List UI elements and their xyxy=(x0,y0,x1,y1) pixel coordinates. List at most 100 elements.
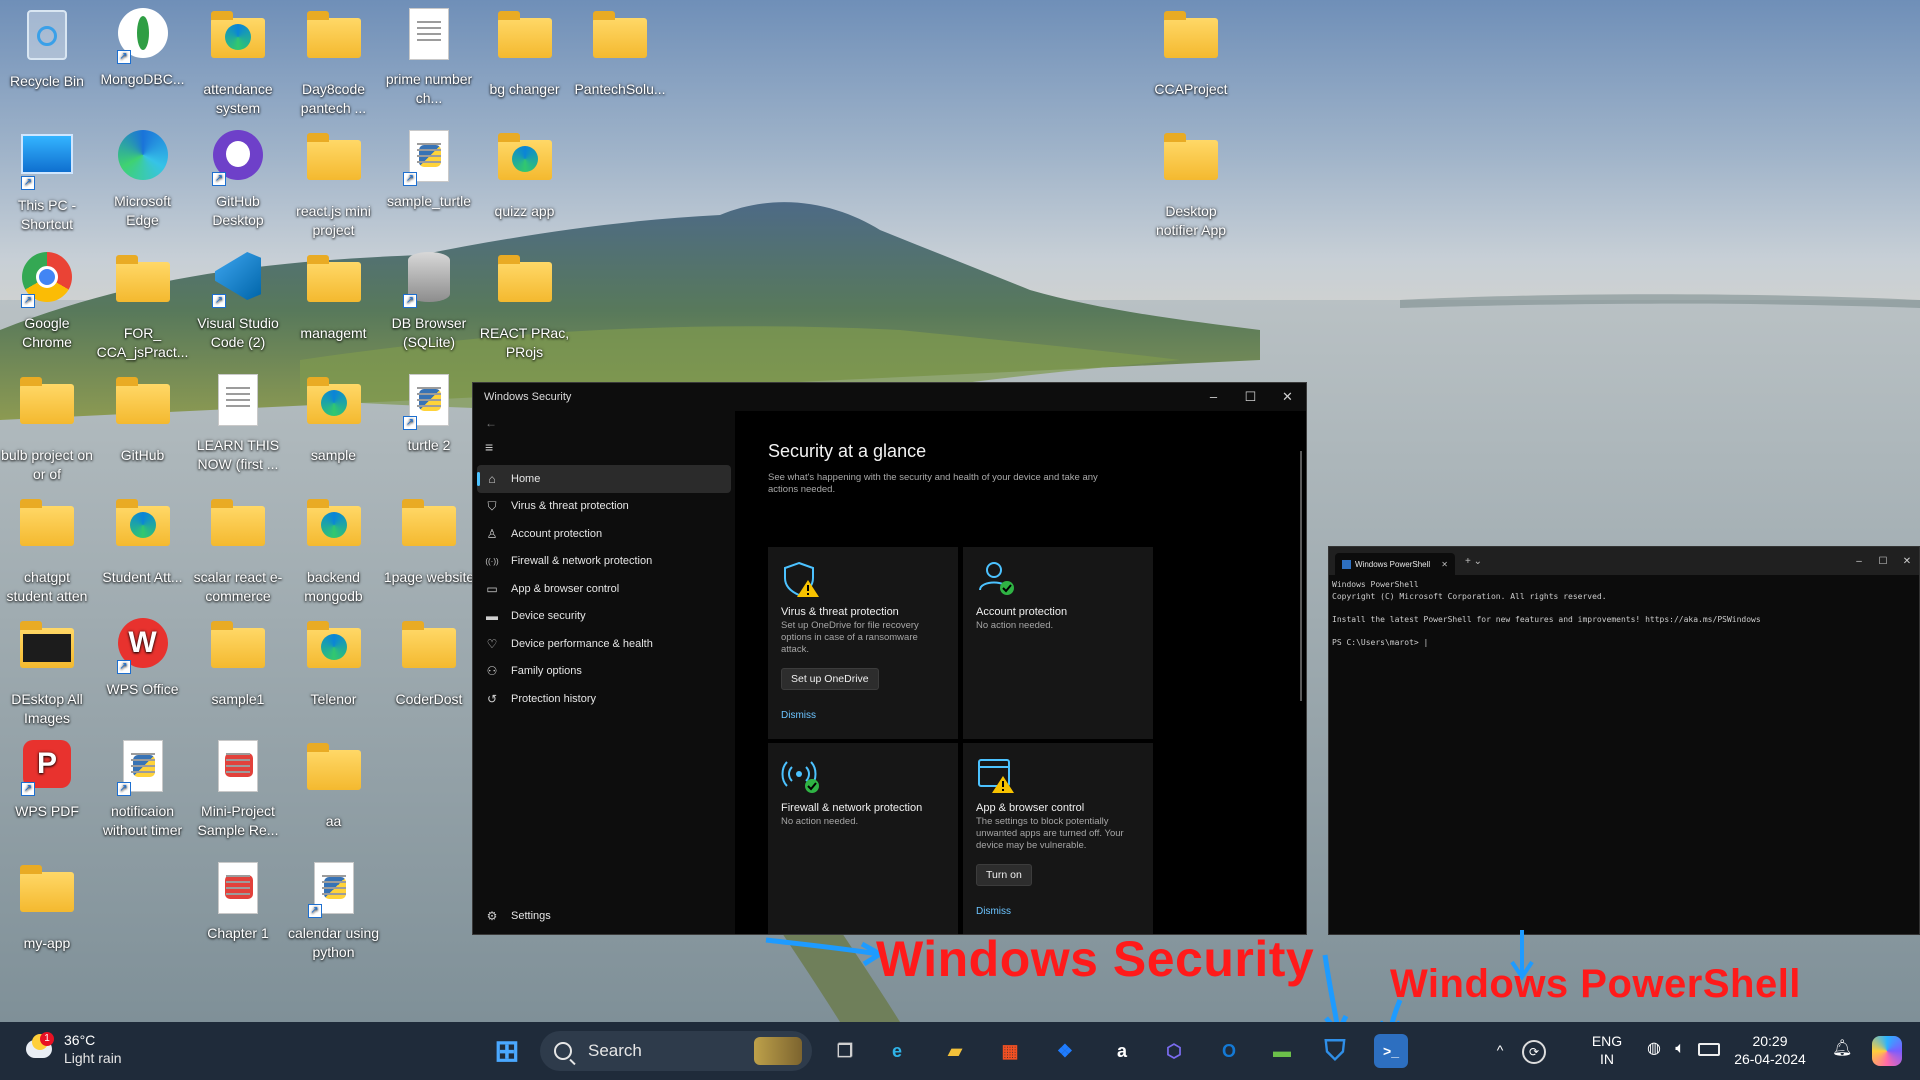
desktop-icon-pdf[interactable]: Mini-Project Sample Re... xyxy=(192,740,284,840)
dismiss-link[interactable]: Dismiss xyxy=(781,710,945,721)
dropbox-taskbar-icon[interactable]: ❖ xyxy=(1048,1034,1082,1068)
desktop-icon-database[interactable]: ↗ DB Browser (SQLite) xyxy=(383,252,475,352)
ps-close-button[interactable]: ✕ xyxy=(1895,556,1919,567)
sidebar-item-family-options[interactable]: ⚇ Family options xyxy=(473,658,735,686)
taskbar-search-box[interactable]: Search xyxy=(540,1031,812,1071)
desktop-icon-folder[interactable]: chatgpt student atten xyxy=(1,496,93,606)
security-title-bar[interactable]: Windows Security – ☐ ✕ xyxy=(473,383,1306,411)
desktop-icon-document[interactable]: LEARN THIS NOW (first ... xyxy=(192,374,284,474)
close-button[interactable]: ✕ xyxy=(1269,389,1306,405)
dismiss-link[interactable]: Dismiss xyxy=(976,906,1140,917)
language-indicator[interactable]: ENG IN xyxy=(1582,1032,1632,1068)
ps-minimize-button[interactable]: – xyxy=(1847,556,1871,567)
desktop-icon-folder[interactable]: 1page website xyxy=(383,496,475,587)
microsoft-store-taskbar-icon[interactable]: ▦ xyxy=(993,1034,1027,1068)
desktop-icon-folder[interactable]: bg changer xyxy=(479,8,571,99)
powershell-tab[interactable]: Windows PowerShell ✕ xyxy=(1335,553,1455,575)
desktop-icon-python[interactable]: ↗ sample_turtle xyxy=(383,130,475,211)
desktop-icon-folder-dark[interactable]: DEsktop All Images xyxy=(1,618,93,728)
ps-maximize-button[interactable]: ☐ xyxy=(1871,556,1895,567)
outlook-taskbar-icon[interactable]: O xyxy=(1212,1034,1246,1068)
powershell-taskbar-icon[interactable]: >_ xyxy=(1374,1034,1408,1068)
back-arrow-icon[interactable]: ← xyxy=(473,411,735,435)
desktop-icon-python[interactable]: ↗ calendar using python xyxy=(288,862,380,962)
desktop-icon-folder[interactable]: PantechSolu... xyxy=(574,8,666,99)
sidebar-item-virus-threat-protection[interactable]: ⛉ Virus & threat protection xyxy=(473,493,735,521)
desktop-icon-folder[interactable]: sample1 xyxy=(192,618,284,709)
scrollbar[interactable] xyxy=(1300,451,1302,701)
desktop-icon-monitor[interactable]: ↗ This PC - Shortcut xyxy=(1,130,93,234)
amazon-taskbar-icon[interactable]: a xyxy=(1105,1034,1139,1068)
tray-overflow-chevron-icon[interactable]: ^ xyxy=(1490,1041,1510,1059)
card-account-protection[interactable]: Account protection No action needed. xyxy=(963,547,1153,739)
desktop-icon-folder[interactable]: REACT PRac, PRojs xyxy=(479,252,571,362)
desktop-icon-python[interactable]: ↗ notificaion without timer xyxy=(97,740,189,840)
copilot-taskbar-icon[interactable]: ⬡ xyxy=(1157,1034,1191,1068)
powershell-window[interactable]: Windows PowerShell ✕ + ⌄ – ☐ ✕ Windows P… xyxy=(1328,546,1920,935)
sidebar-item-home[interactable]: ⌂ Home xyxy=(477,465,731,493)
desktop-icon-folder-edge[interactable]: backend mongodb xyxy=(288,496,380,606)
edge-taskbar-icon[interactable]: e xyxy=(880,1034,914,1068)
sidebar-item-firewall-network-protection[interactable]: ((·)) Firewall & network protection xyxy=(473,548,735,576)
desktop-icon-folder-edge[interactable]: attendance system xyxy=(192,8,284,118)
desktop-icon-folder[interactable]: GitHub xyxy=(97,374,189,465)
card-virus-threat-protection[interactable]: Virus & threat protection Set up OneDrive… xyxy=(768,547,958,739)
desktop-icon-folder[interactable]: react.js mini project xyxy=(288,130,380,240)
sync-icon[interactable]: ⟳ xyxy=(1522,1040,1546,1064)
desktop-icon-wps-pdf[interactable]: P ↗ WPS PDF xyxy=(1,740,93,821)
task-view-button[interactable]: ❐ xyxy=(828,1034,862,1068)
card-action-button[interactable]: Set up OneDrive xyxy=(781,668,879,690)
desktop-icon-folder[interactable]: scalar react e-commerce xyxy=(192,496,284,606)
powershell-tab-bar[interactable]: Windows PowerShell ✕ + ⌄ – ☐ ✕ xyxy=(1329,547,1919,575)
maximize-button[interactable]: ☐ xyxy=(1232,389,1269,405)
card-app-browser-control[interactable]: App & browser control The settings to blo… xyxy=(963,743,1153,934)
sidebar-item-device-security[interactable]: ▬ Device security xyxy=(473,603,735,631)
desktop-icon-folder[interactable]: managemt xyxy=(288,252,380,343)
desktop-icon-python[interactable]: ↗ turtle 2 xyxy=(383,374,475,455)
card-firewall-network-protection[interactable]: Firewall & network protection No action n… xyxy=(768,743,958,934)
sidebar-item-app-browser-control[interactable]: ▭ App & browser control xyxy=(473,575,735,603)
desktop-icon-vscode[interactable]: ↗ Visual Studio Code (2) xyxy=(192,252,284,352)
desktop-icon-chrome[interactable]: ↗ Google Chrome xyxy=(1,252,93,352)
desktop-icon-folder[interactable]: CCAProject xyxy=(1145,8,1237,99)
powershell-console[interactable]: Windows PowerShell Copyright (C) Microsof… xyxy=(1329,575,1919,652)
copilot-icon[interactable] xyxy=(1872,1036,1902,1066)
battery-icon[interactable] xyxy=(1698,1043,1720,1056)
desktop-icon-folder[interactable]: FOR_ CCA_jsPract... xyxy=(97,252,189,362)
terminal-green-taskbar-icon[interactable]: ▬ xyxy=(1265,1034,1299,1068)
windows-security-taskbar-icon[interactable]: ⛉ xyxy=(1318,1034,1352,1068)
windows-security-window[interactable]: Windows Security – ☐ ✕ ← ≡ ⌂ Home ⛉ Virus &… xyxy=(472,382,1307,935)
card-action-button[interactable]: Turn on xyxy=(976,864,1032,886)
desktop-icon-recycle-bin[interactable]: Recycle Bin xyxy=(1,8,93,91)
desktop-icon-folder[interactable]: Day8code pantech ... xyxy=(288,8,380,118)
desktop-icon-folder-edge[interactable]: quizz app xyxy=(479,130,571,221)
notification-bell-icon[interactable]: 🔔︎ xyxy=(1832,1040,1852,1058)
start-button[interactable]: ⊞ xyxy=(490,1034,524,1068)
desktop-icon-folder[interactable]: Desktop notifier App xyxy=(1145,130,1237,240)
desktop-icon-document[interactable]: prime number ch... xyxy=(383,8,475,108)
desktop-icon-folder-edge[interactable]: Telenor xyxy=(288,618,380,709)
file-explorer-taskbar-icon[interactable]: ▰ xyxy=(938,1034,972,1068)
desktop-icon-folder-edge[interactable]: sample xyxy=(288,374,380,465)
desktop-icon-wps[interactable]: W ↗ WPS Office xyxy=(97,618,189,699)
sidebar-item-device-performance-health[interactable]: ♡ Device performance & health xyxy=(473,630,735,658)
desktop-icon-pdf[interactable]: Chapter 1 xyxy=(192,862,284,943)
desktop-icon-folder-edge[interactable]: Student Att... xyxy=(97,496,189,587)
desktop-icon-mongodb[interactable]: ↗ MongoDBC... xyxy=(97,8,189,89)
hamburger-menu-icon[interactable]: ≡ xyxy=(473,435,735,459)
desktop-icon-folder[interactable]: my-app xyxy=(1,862,93,953)
sidebar-item-protection-history[interactable]: ↺ Protection history xyxy=(473,685,735,713)
desktop-icon-folder[interactable]: bulb project on or of xyxy=(1,374,93,484)
network-globe-icon[interactable]: ◍ xyxy=(1644,1040,1664,1058)
weather-widget[interactable]: 1 36°C Light rain xyxy=(22,1031,122,1067)
desktop-icon-edge[interactable]: Microsoft Edge xyxy=(97,130,189,230)
minimize-button[interactable]: – xyxy=(1195,389,1232,405)
desktop-icon-folder[interactable]: aa xyxy=(288,740,380,831)
new-tab-button[interactable]: + ⌄ xyxy=(1465,556,1482,567)
sidebar-item-settings[interactable]: ⚙ Settings xyxy=(473,903,735,931)
desktop-icon-github[interactable]: ↗ GitHub Desktop xyxy=(192,130,284,230)
sidebar-item-account-protection[interactable]: ♙ Account protection xyxy=(473,520,735,548)
tab-close-icon[interactable]: ✕ xyxy=(1441,560,1448,569)
desktop-icon-folder[interactable]: CoderDost xyxy=(383,618,475,709)
volume-icon[interactable]: 🔈︎ xyxy=(1670,1040,1690,1058)
